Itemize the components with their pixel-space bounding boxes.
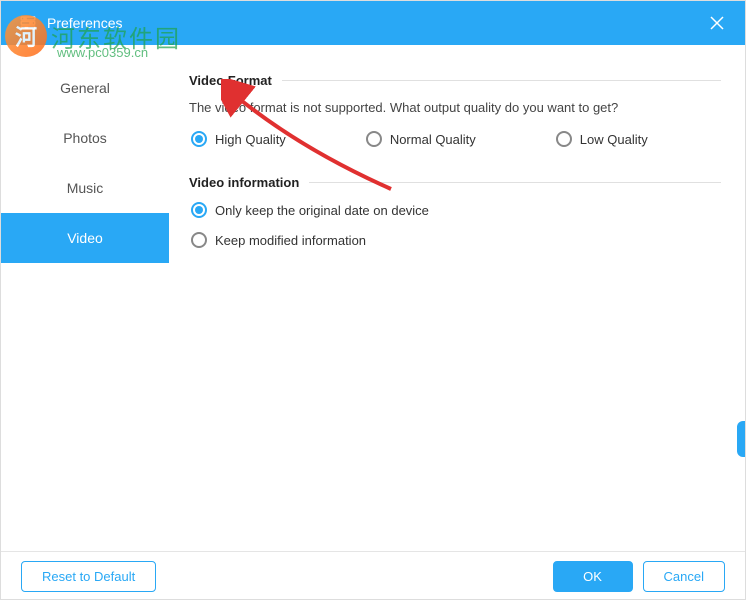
content-panel: Video Format The video format is not sup… (169, 45, 745, 551)
window-title: Preferences (47, 15, 122, 31)
video-format-options: High Quality Normal Quality Low Quality (189, 131, 721, 147)
sidebar-item-video[interactable]: Video (1, 213, 169, 263)
radio-label: Only keep the original date on device (215, 203, 429, 218)
radio-label: Keep modified information (215, 233, 366, 248)
section-title-text: Video information (189, 175, 299, 190)
radio-normal-quality[interactable]: Normal Quality (366, 131, 476, 147)
radio-icon (556, 131, 572, 147)
radio-label: Low Quality (580, 132, 648, 147)
section-title-text: Video Format (189, 73, 272, 88)
main-container: General Photos Music Video Video Format … (1, 45, 745, 551)
radio-icon (366, 131, 382, 147)
button-label: Reset to Default (42, 569, 135, 584)
sidebar-item-label: Photos (63, 130, 107, 146)
radio-label: Normal Quality (390, 132, 476, 147)
button-label: Cancel (664, 569, 704, 584)
sidebar-item-music[interactable]: Music (1, 163, 169, 213)
sidebar: General Photos Music Video (1, 45, 169, 551)
radio-icon (191, 202, 207, 218)
close-icon (709, 15, 725, 31)
sidebar-item-label: General (60, 80, 110, 96)
reset-to-default-button[interactable]: Reset to Default (21, 561, 156, 592)
radio-keep-original-date[interactable]: Only keep the original date on device (191, 202, 721, 218)
radio-icon (191, 232, 207, 248)
preferences-icon (19, 14, 37, 32)
sidebar-item-label: Video (67, 230, 103, 246)
button-label: OK (583, 569, 602, 584)
radio-label: High Quality (215, 132, 286, 147)
video-info-options: Only keep the original date on device Ke… (189, 202, 721, 248)
footer: Reset to Default OK Cancel (1, 551, 745, 601)
video-format-description: The video format is not supported. What … (189, 100, 721, 115)
titlebar: Preferences (1, 1, 745, 45)
radio-low-quality[interactable]: Low Quality (556, 131, 648, 147)
sidebar-item-general[interactable]: General (1, 63, 169, 113)
titlebar-left: Preferences (19, 14, 122, 32)
section-title-video-format: Video Format (189, 73, 721, 88)
footer-right: OK Cancel (553, 561, 725, 592)
ok-button[interactable]: OK (553, 561, 633, 592)
sidebar-item-photos[interactable]: Photos (1, 113, 169, 163)
sidebar-item-label: Music (67, 180, 104, 196)
cancel-button[interactable]: Cancel (643, 561, 725, 592)
radio-icon (191, 131, 207, 147)
close-button[interactable] (707, 13, 727, 33)
radio-keep-modified-info[interactable]: Keep modified information (191, 232, 721, 248)
side-handle[interactable] (737, 421, 745, 457)
radio-high-quality[interactable]: High Quality (191, 131, 286, 147)
section-title-video-info: Video information (189, 175, 721, 190)
